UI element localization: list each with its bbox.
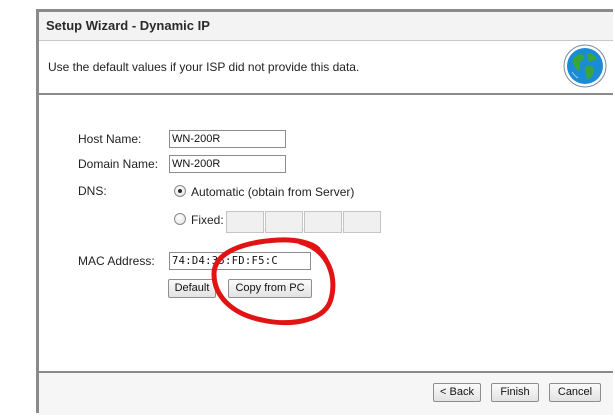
dns-ip-octet-2[interactable] (265, 211, 303, 233)
finish-button[interactable]: Finish (491, 383, 539, 402)
mac-address-input[interactable]: 74:D4:35:FD:F5:C (169, 252, 311, 270)
wizard-content: Host Name: WN-200R Domain Name: WN-200R … (39, 95, 613, 371)
back-button[interactable]: < Back (433, 383, 481, 402)
copy-from-pc-button[interactable]: Copy from PC (228, 279, 312, 298)
dns-ip-octet-1[interactable] (226, 211, 264, 233)
host-name-input[interactable]: WN-200R (169, 130, 286, 148)
domain-name-label: Domain Name: (78, 157, 159, 171)
dns-label: DNS: (78, 184, 107, 198)
dns-fixed-label: Fixed: (191, 213, 224, 227)
host-name-label: Host Name: (78, 132, 142, 146)
wizard-title-bar: Setup Wizard - Dynamic IP (39, 12, 613, 41)
dns-fixed-radio[interactable] (174, 213, 186, 225)
mac-address-label: MAC Address: (78, 254, 155, 268)
wizard-footer: < Back Finish Cancel (39, 371, 613, 415)
page: Setup Wizard - Dynamic IP Use the defaul… (0, 0, 615, 417)
globe-icon (563, 44, 607, 88)
default-button[interactable]: Default (168, 279, 216, 298)
wizard-title: Setup Wizard - Dynamic IP (46, 18, 210, 33)
domain-name-input[interactable]: WN-200R (169, 155, 286, 173)
dns-ip-octet-4[interactable] (343, 211, 381, 233)
setup-wizard-dialog: Setup Wizard - Dynamic IP Use the defaul… (36, 9, 613, 415)
dns-automatic-radio[interactable] (174, 185, 186, 197)
cancel-button[interactable]: Cancel (549, 383, 601, 402)
dns-automatic-label: Automatic (obtain from Server) (191, 185, 355, 199)
wizard-description-bar: Use the default values if your ISP did n… (39, 41, 613, 95)
dns-ip-octet-3[interactable] (304, 211, 342, 233)
wizard-description: Use the default values if your ISP did n… (48, 60, 360, 74)
